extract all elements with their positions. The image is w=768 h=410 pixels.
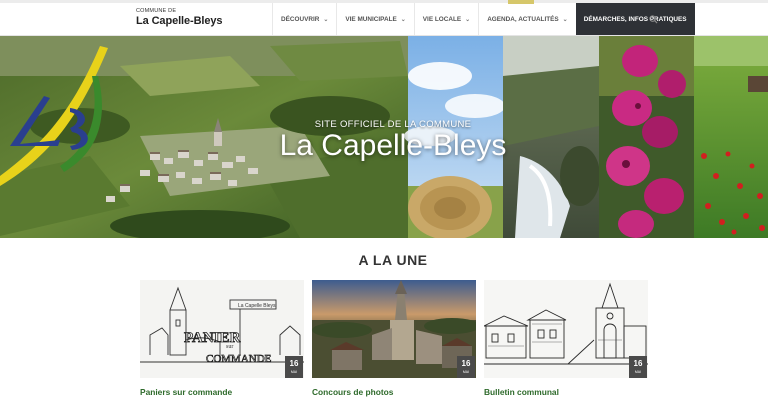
date-month: mai xyxy=(634,370,642,374)
card-image-concours[interactable]: 16 mai xyxy=(312,280,476,378)
card-title-link[interactable]: Concours de photos xyxy=(312,387,476,397)
chevron-down-icon: ⌄ xyxy=(323,16,329,23)
news-card[interactable]: 16 mai Bulletin communal xyxy=(484,280,648,397)
nav-item-decouvrir[interactable]: DÉCOUVRIR ⌄ xyxy=(272,3,336,35)
chevron-down-icon: ⌄ xyxy=(465,16,471,23)
drawing-word-commande: COMMANDE xyxy=(206,353,272,365)
search-icon xyxy=(648,14,658,24)
nav-label: AGENDA, ACTUALITÉS xyxy=(487,15,559,23)
search-button[interactable] xyxy=(640,6,666,32)
date-day: 16 xyxy=(633,359,643,368)
date-badge: 16 mai xyxy=(285,356,303,378)
card-image-paniers[interactable]: La Capelle Bleys PANIER sur COMMANDE 16 … xyxy=(140,280,304,378)
nav-item-agenda[interactable]: AGENDA, ACTUALITÉS ⌄ xyxy=(478,3,576,35)
paniers-sketch-image: La Capelle Bleys PANIER sur COMMANDE xyxy=(140,280,304,378)
chevron-down-icon: ⌄ xyxy=(400,16,406,23)
chevron-down-icon: ⌄ xyxy=(562,16,568,23)
date-month: mai xyxy=(462,370,470,374)
news-card[interactable]: 16 mai Concours de photos xyxy=(312,280,476,397)
date-badge: 16 mai xyxy=(457,356,475,378)
logo-subtitle: COMMUNE DE xyxy=(136,8,177,14)
card-image-bulletin[interactable]: 16 mai xyxy=(484,280,648,378)
drawing-word-sur: sur xyxy=(226,344,233,350)
hero-title: La Capelle-Bleys xyxy=(279,129,507,162)
site-header: COMMUNE DE La Capelle-Bleys DÉCOUVRIR ⌄ V… xyxy=(0,0,768,36)
card-title-link[interactable]: Bulletin communal xyxy=(484,387,648,397)
news-card[interactable]: La Capelle Bleys PANIER sur COMMANDE 16 … xyxy=(140,280,304,397)
village-church-photo xyxy=(312,280,476,378)
date-badge: 16 mai xyxy=(629,356,647,378)
sign-text: La Capelle Bleys xyxy=(238,303,276,309)
nav-label: VIE LOCALE xyxy=(422,15,462,23)
card-title-link[interactable]: Paniers sur commande xyxy=(140,387,304,397)
news-section-title: A LA UNE xyxy=(358,252,428,268)
date-month: mai xyxy=(290,370,298,374)
logo-title: La Capelle-Bleys xyxy=(136,15,223,27)
nav-item-vie-municipale[interactable]: VIE MUNICIPALE ⌄ xyxy=(336,3,413,35)
hero-banner: SITE OFFICIEL DE LA COMMUNE La Capelle-B… xyxy=(0,36,768,238)
nav-item-vie-locale[interactable]: VIE LOCALE ⌄ xyxy=(413,3,478,35)
nav-label: DÉCOUVRIR xyxy=(281,15,320,23)
church-sketch-image xyxy=(484,280,648,378)
page: COMMUNE DE La Capelle-Bleys DÉCOUVRIR ⌄ V… xyxy=(0,0,768,410)
main-nav: DÉCOUVRIR ⌄ VIE MUNICIPALE ⌄ VIE LOCALE ⌄ A… xyxy=(272,3,695,35)
date-day: 16 xyxy=(461,359,471,368)
nav-label: DÉMARCHES, INFOS PRATIQUES xyxy=(583,15,687,23)
nav-item-demarches[interactable]: DÉMARCHES, INFOS PRATIQUES xyxy=(575,3,695,35)
nav-label: VIE MUNICIPALE xyxy=(345,15,397,23)
date-day: 16 xyxy=(289,359,299,368)
site-logo[interactable]: COMMUNE DE La Capelle-Bleys xyxy=(136,8,223,27)
